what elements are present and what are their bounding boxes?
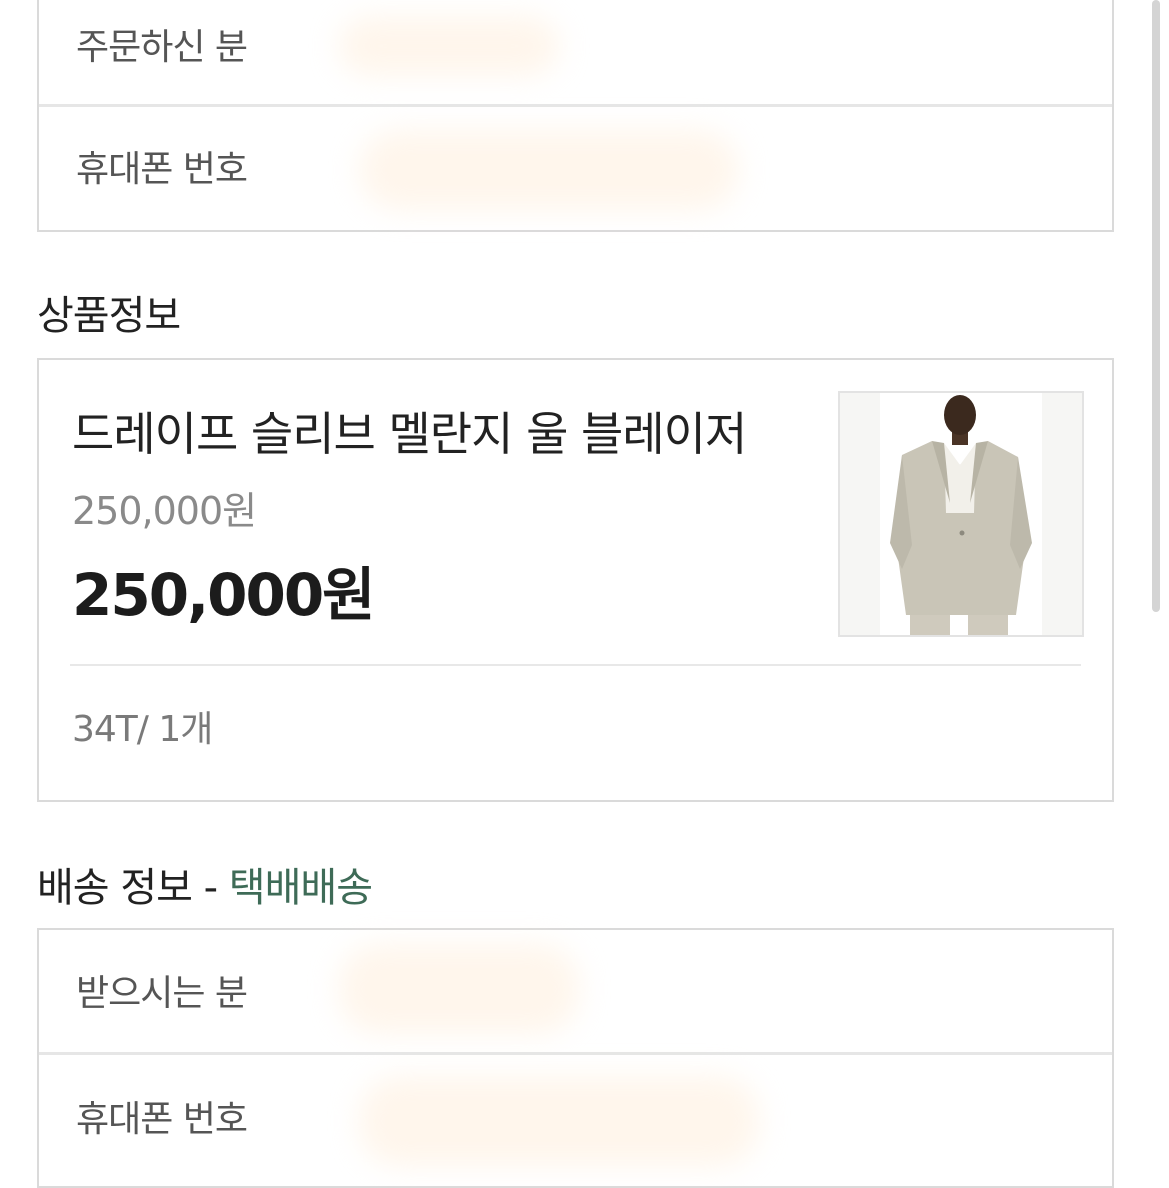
product-option: 34T/ 1개 (72, 709, 213, 750)
orderer-name-label: 주문하신 분 (76, 27, 248, 68)
blazer-model-image (840, 393, 1082, 635)
product-card[interactable]: 드레이프 슬리브 멜란지 울 블레이저 250,000원 250,000원 34… (37, 358, 1114, 802)
final-price: 250,000원 (72, 561, 376, 629)
orderer-info-box: 주문하신 분 휴대폰 번호 (37, 0, 1114, 232)
redacted-recipient-phone (359, 1076, 759, 1166)
row-divider (39, 1052, 1112, 1055)
recipient-phone-label: 휴대폰 번호 (76, 1099, 248, 1140)
shipping-title-separator: - (191, 865, 229, 911)
product-divider (70, 664, 1081, 666)
recipient-name-label: 받으시는 분 (76, 973, 248, 1014)
product-section-title: 상품정보 (37, 293, 181, 339)
shipping-section-title: 배송 정보 - 택배배송 (37, 855, 373, 913)
shipping-info-box: 받으시는 분 휴대폰 번호 (37, 928, 1114, 1188)
recipient-phone-row: 휴대폰 번호 (39, 1056, 1112, 1186)
recipient-name-row: 받으시는 분 (39, 930, 1112, 1052)
scrollbar[interactable] (1152, 0, 1160, 612)
redacted-orderer-name (339, 16, 559, 76)
orderer-phone-label: 휴대폰 번호 (76, 149, 248, 190)
redacted-orderer-phone (359, 130, 739, 210)
orderer-phone-row: 휴대폰 번호 (39, 108, 1112, 232)
orderer-name-row: 주문하신 분 (39, 0, 1112, 106)
redacted-recipient-name (339, 944, 579, 1034)
product-name[interactable]: 드레이프 슬리브 멜란지 울 블레이저 (72, 398, 747, 464)
original-price: 250,000원 (72, 489, 257, 533)
product-thumbnail[interactable] (838, 391, 1084, 637)
shipping-title-text: 배송 정보 (37, 865, 193, 911)
row-divider (39, 104, 1112, 107)
shipping-method: 택배배송 (228, 865, 373, 911)
